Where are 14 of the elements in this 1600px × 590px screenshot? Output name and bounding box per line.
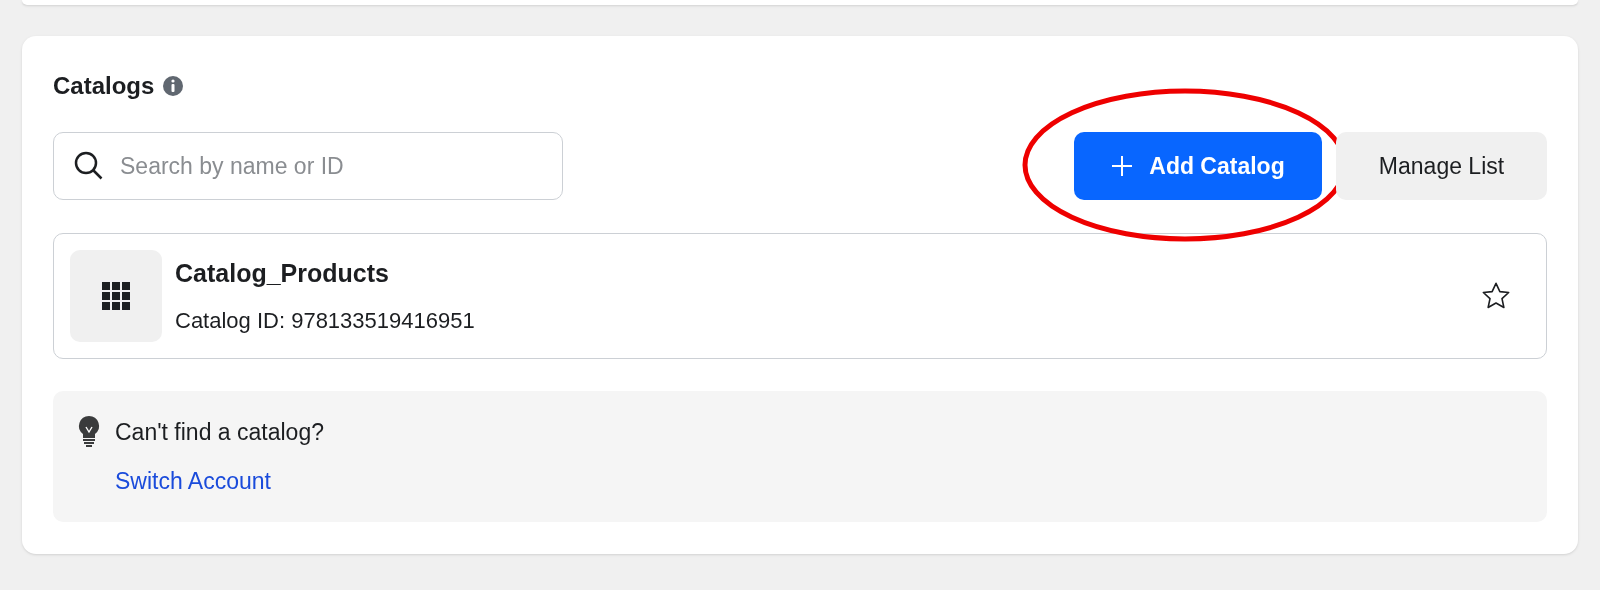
plus-icon <box>1111 155 1134 177</box>
catalog-name: Catalog_Products <box>175 257 390 289</box>
lightbulb-icon <box>77 415 101 447</box>
add-button[interactable]: Add Catalog <box>1074 132 1322 200</box>
manage-button[interactable]: Manage List <box>1336 132 1547 200</box>
search-icon <box>73 150 105 182</box>
grid-icon <box>70 250 162 342</box>
catalog-row[interactable]: Catalog_Products Catalog ID: 978133519416951 <box>53 233 1547 359</box>
tip-text: Can't find a catalog? <box>115 418 324 447</box>
search-field[interactable]: Search by name or ID <box>53 132 563 200</box>
switch-account-link[interactable]: Switch Account <box>115 463 271 498</box>
catalog-id: Catalog ID: 978133519416951 <box>175 307 476 336</box>
info-icon[interactable] <box>162 75 185 97</box>
section-title: Catalogs <box>53 71 155 101</box>
